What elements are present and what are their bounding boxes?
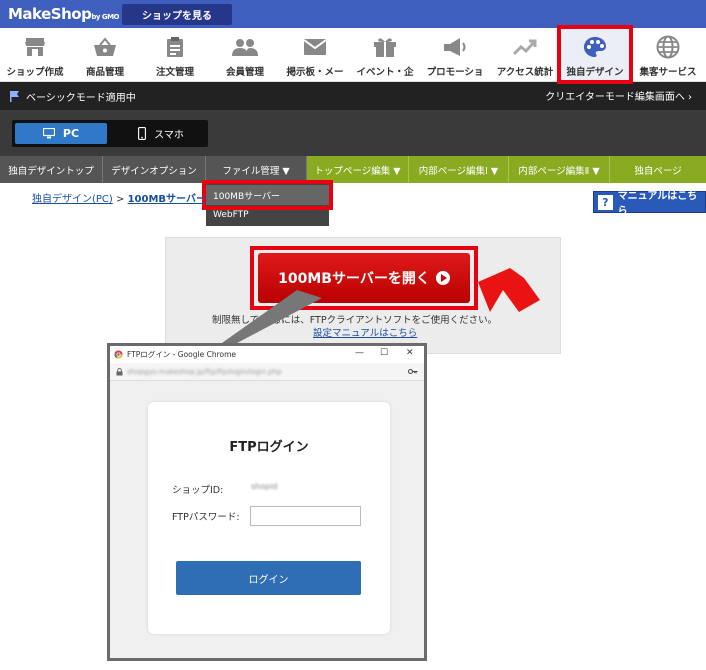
nav-item-7[interactable]: アクセス統計: [490, 28, 560, 82]
nav-item-label: ショップ作成: [6, 67, 64, 78]
gift-icon: [372, 34, 398, 60]
design-menu-bar: 独自デザイントップ デザインオプション ファイル管理 ▼ トップページ編集 ▼ …: [0, 156, 706, 183]
nav-item-label: 集客サービス: [639, 67, 697, 78]
ftp-login-card: FTPログイン ショップID: shopid FTPパスワード: ログイン: [148, 402, 390, 634]
creator-mode-link[interactable]: クリエイターモード編集画面へ ›: [545, 88, 692, 103]
highlight-box-original-design: [557, 25, 633, 84]
nav-item-label: 会員管理: [225, 67, 264, 78]
monitor-icon: [42, 128, 55, 139]
chart-icon: [512, 34, 538, 60]
nav-item-label: 掲示板・メー: [286, 67, 344, 78]
minimize-button[interactable]: —: [355, 348, 364, 358]
view-shop-button[interactable]: ショップを見る: [122, 4, 232, 25]
makeshop-logo[interactable]: MakeShopby GMO: [8, 5, 120, 23]
nav-item-0[interactable]: ショップ作成: [0, 28, 70, 82]
setting-manual-link[interactable]: 設定マニュアルはこちら: [313, 325, 417, 339]
ftp-password-label: FTPパスワード:: [172, 512, 240, 523]
nav-item-label: 注文管理: [155, 67, 194, 78]
ftp-password-input[interactable]: [250, 506, 361, 526]
shop-id-label: ショップID:: [172, 485, 224, 496]
menu-original-page[interactable]: 独自ページ: [610, 156, 706, 183]
login-button[interactable]: ログイン: [176, 561, 361, 595]
clipboard-icon: [162, 34, 188, 60]
mail-icon: [302, 34, 328, 60]
window-titlebar: FTPログイン - Google Chrome — ☐ ✕: [110, 346, 424, 363]
top-header: MakeShopby GMO ショップを見る: [0, 0, 706, 28]
smartphone-tab[interactable]: スマホ: [116, 123, 206, 144]
nav-item-4[interactable]: 掲示板・メー: [280, 28, 350, 82]
key-icon[interactable]: [408, 368, 418, 375]
chrome-icon: [114, 350, 123, 359]
highlight-box-100mb: [202, 180, 333, 210]
menu-design-top[interactable]: 独自デザイントップ: [0, 156, 103, 183]
help-icon: ?: [598, 194, 613, 210]
ftp-login-window: FTPログイン - Google Chrome — ☐ ✕ shopgyo.ma…: [107, 343, 427, 661]
nav-item-9[interactable]: 集客サービス: [630, 28, 706, 82]
nav-item-label: アクセス統計: [496, 67, 554, 78]
shop-id-value: shopid: [251, 482, 278, 491]
shop-icon: [22, 34, 48, 60]
globe-icon: [655, 34, 681, 60]
nav-item-3[interactable]: 会員管理: [210, 28, 280, 82]
megaphone-icon: [442, 34, 468, 60]
lock-icon: [116, 367, 123, 375]
smartphone-icon: [138, 127, 147, 140]
nav-item-1[interactable]: 商品管理: [70, 28, 140, 82]
flag-icon: [10, 91, 19, 102]
address-bar[interactable]: shopgyo.makeshop.jp/ftp/ftp/login/login.…: [110, 363, 424, 381]
menu-inner-page-edit-2[interactable]: 内部ページ編集Ⅱ ▼: [509, 156, 610, 183]
menu-inner-page-edit-1[interactable]: 内部ページ編集Ⅰ ▼: [409, 156, 509, 183]
ftp-login-title: FTPログイン: [229, 440, 309, 455]
menu-file-management[interactable]: ファイル管理 ▼: [206, 156, 307, 183]
maximize-button[interactable]: ☐: [380, 348, 388, 358]
menu-design-option[interactable]: デザインオプション: [103, 156, 206, 183]
breadcrumb-current[interactable]: 100MBサーバー: [128, 194, 206, 205]
nav-item-6[interactable]: プロモーショ: [420, 28, 490, 82]
nav-item-5[interactable]: イベント・企: [350, 28, 420, 82]
nav-item-2[interactable]: 注文管理: [140, 28, 210, 82]
people-icon: [232, 34, 258, 60]
menu-top-page-edit[interactable]: トップページ編集 ▼: [307, 156, 409, 183]
basket-icon: [92, 34, 118, 60]
close-button[interactable]: ✕: [406, 348, 414, 358]
basic-mode-indicator: ベーシックモード適用中: [10, 89, 136, 104]
highlight-box-open-button: [250, 246, 478, 310]
device-toggle: PC スマホ: [12, 120, 208, 147]
ftp-client-note: 制限無しで するには、FTPクライアントソフトをご使用ください。: [212, 315, 498, 326]
nav-item-label: プロモーショ: [426, 67, 484, 78]
mode-bar: ベーシックモード適用中 クリエイターモード編集画面へ ›: [0, 82, 706, 110]
manual-button[interactable]: ? マニュアルはこちら: [593, 191, 706, 217]
nav-item-label: イベント・企: [356, 67, 414, 78]
nav-item-label: 商品管理: [85, 67, 124, 78]
breadcrumb-parent[interactable]: 独自デザイン(PC): [32, 194, 113, 205]
pc-tab[interactable]: PC: [15, 123, 107, 144]
device-bar: PC スマホ: [0, 110, 706, 156]
breadcrumb: 独自デザイン(PC) > 100MBサーバー: [32, 194, 206, 205]
